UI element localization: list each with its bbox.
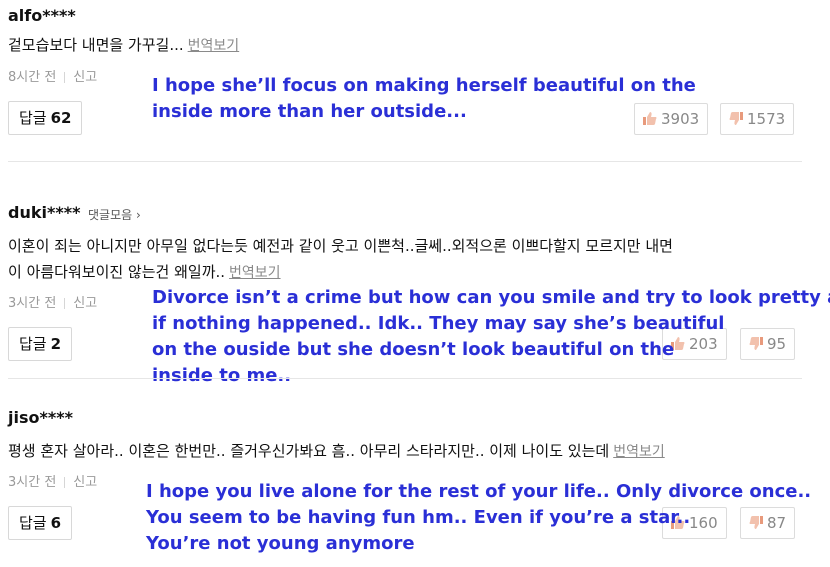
comment-text: 겉모습보다 내면을 가꾸길... 번역보기 <box>8 32 239 59</box>
comment-divider <box>8 161 802 162</box>
comment-collection-link[interactable]: 댓글모음 › <box>88 206 141 223</box>
reply-count: 6 <box>50 514 62 532</box>
dislike-count: 1573 <box>747 110 786 128</box>
meta-separator <box>64 298 66 309</box>
reply-count: 62 <box>50 109 72 127</box>
overlay-line: You seem to be having fun hm.. Even if y… <box>146 507 691 528</box>
reply-button[interactable]: 답글 2 <box>8 327 73 361</box>
reply-label: 답글 <box>19 109 47 127</box>
username[interactable]: alfo**** <box>8 6 76 25</box>
thumbs-down-icon <box>729 112 743 125</box>
overlay-line: You’re not young anymore <box>146 533 415 554</box>
report-link[interactable]: 신고 <box>73 70 97 85</box>
comment-line: 이 아름다워보이진 않는건 왜일까.. <box>8 263 226 281</box>
meta-separator <box>64 72 66 83</box>
username[interactable]: duki**** <box>8 203 80 222</box>
report-link[interactable]: 신고 <box>73 296 97 311</box>
overlay-line: if nothing happened.. Idk.. They may say… <box>152 313 725 334</box>
overlay-line: on the ouside but she doesn’t look beaut… <box>152 339 675 360</box>
comment-meta: 3시간 전 신고 <box>8 471 97 490</box>
dislike-button[interactable]: 1573 <box>720 103 795 135</box>
overlay-line: inside more than her outside... <box>152 101 467 122</box>
overlay-line: Divorce isn’t a crime but how can you sm… <box>152 287 830 308</box>
translation-overlay: I hope you live alone for the rest of yo… <box>146 479 811 557</box>
comment-text: 이혼이 죄는 아니지만 아무일 없다는듯 예전과 같이 웃고 이쁜척..글쎄..… <box>8 233 673 286</box>
comment-line: 겉모습보다 내면을 가꾸길... <box>8 36 184 54</box>
reply-label: 답글 <box>19 335 47 353</box>
translation-overlay: Divorce isn’t a crime but how can you sm… <box>152 285 830 389</box>
username[interactable]: jiso**** <box>8 408 73 427</box>
reply-label: 답글 <box>19 514 47 532</box>
translation-overlay: I hope she’ll focus on making herself be… <box>152 73 696 125</box>
meta-separator <box>64 477 66 488</box>
overlay-line: inside to me.. <box>152 365 292 386</box>
translate-link[interactable]: 번역보기 <box>613 444 665 460</box>
reply-count: 2 <box>50 335 62 353</box>
reply-button[interactable]: 답글 6 <box>8 506 73 540</box>
comment-meta: 8시간 전 신고 <box>8 66 97 85</box>
translate-link[interactable]: 번역보기 <box>229 265 281 281</box>
translate-link[interactable]: 번역보기 <box>188 38 240 54</box>
reply-button[interactable]: 답글 62 <box>8 101 83 135</box>
comment-line: 평생 혼자 살아라.. 이혼은 한번만.. 즐거우신가봐요 흠.. 아무리 스타… <box>8 442 610 460</box>
comment-divider <box>8 378 802 379</box>
comment-meta: 3시간 전 신고 <box>8 292 97 311</box>
timestamp: 3시간 전 <box>8 475 57 490</box>
comment-line: 이혼이 죄는 아니지만 아무일 없다는듯 예전과 같이 웃고 이쁜척..글쎄..… <box>8 237 673 255</box>
timestamp: 3시간 전 <box>8 296 57 311</box>
overlay-line: I hope she’ll focus on making herself be… <box>152 75 696 96</box>
timestamp: 8시간 전 <box>8 70 57 85</box>
comment-text: 평생 혼자 살아라.. 이혼은 한번만.. 즐거우신가봐요 흠.. 아무리 스타… <box>8 438 665 465</box>
report-link[interactable]: 신고 <box>73 475 97 490</box>
overlay-line: I hope you live alone for the rest of yo… <box>146 481 812 502</box>
